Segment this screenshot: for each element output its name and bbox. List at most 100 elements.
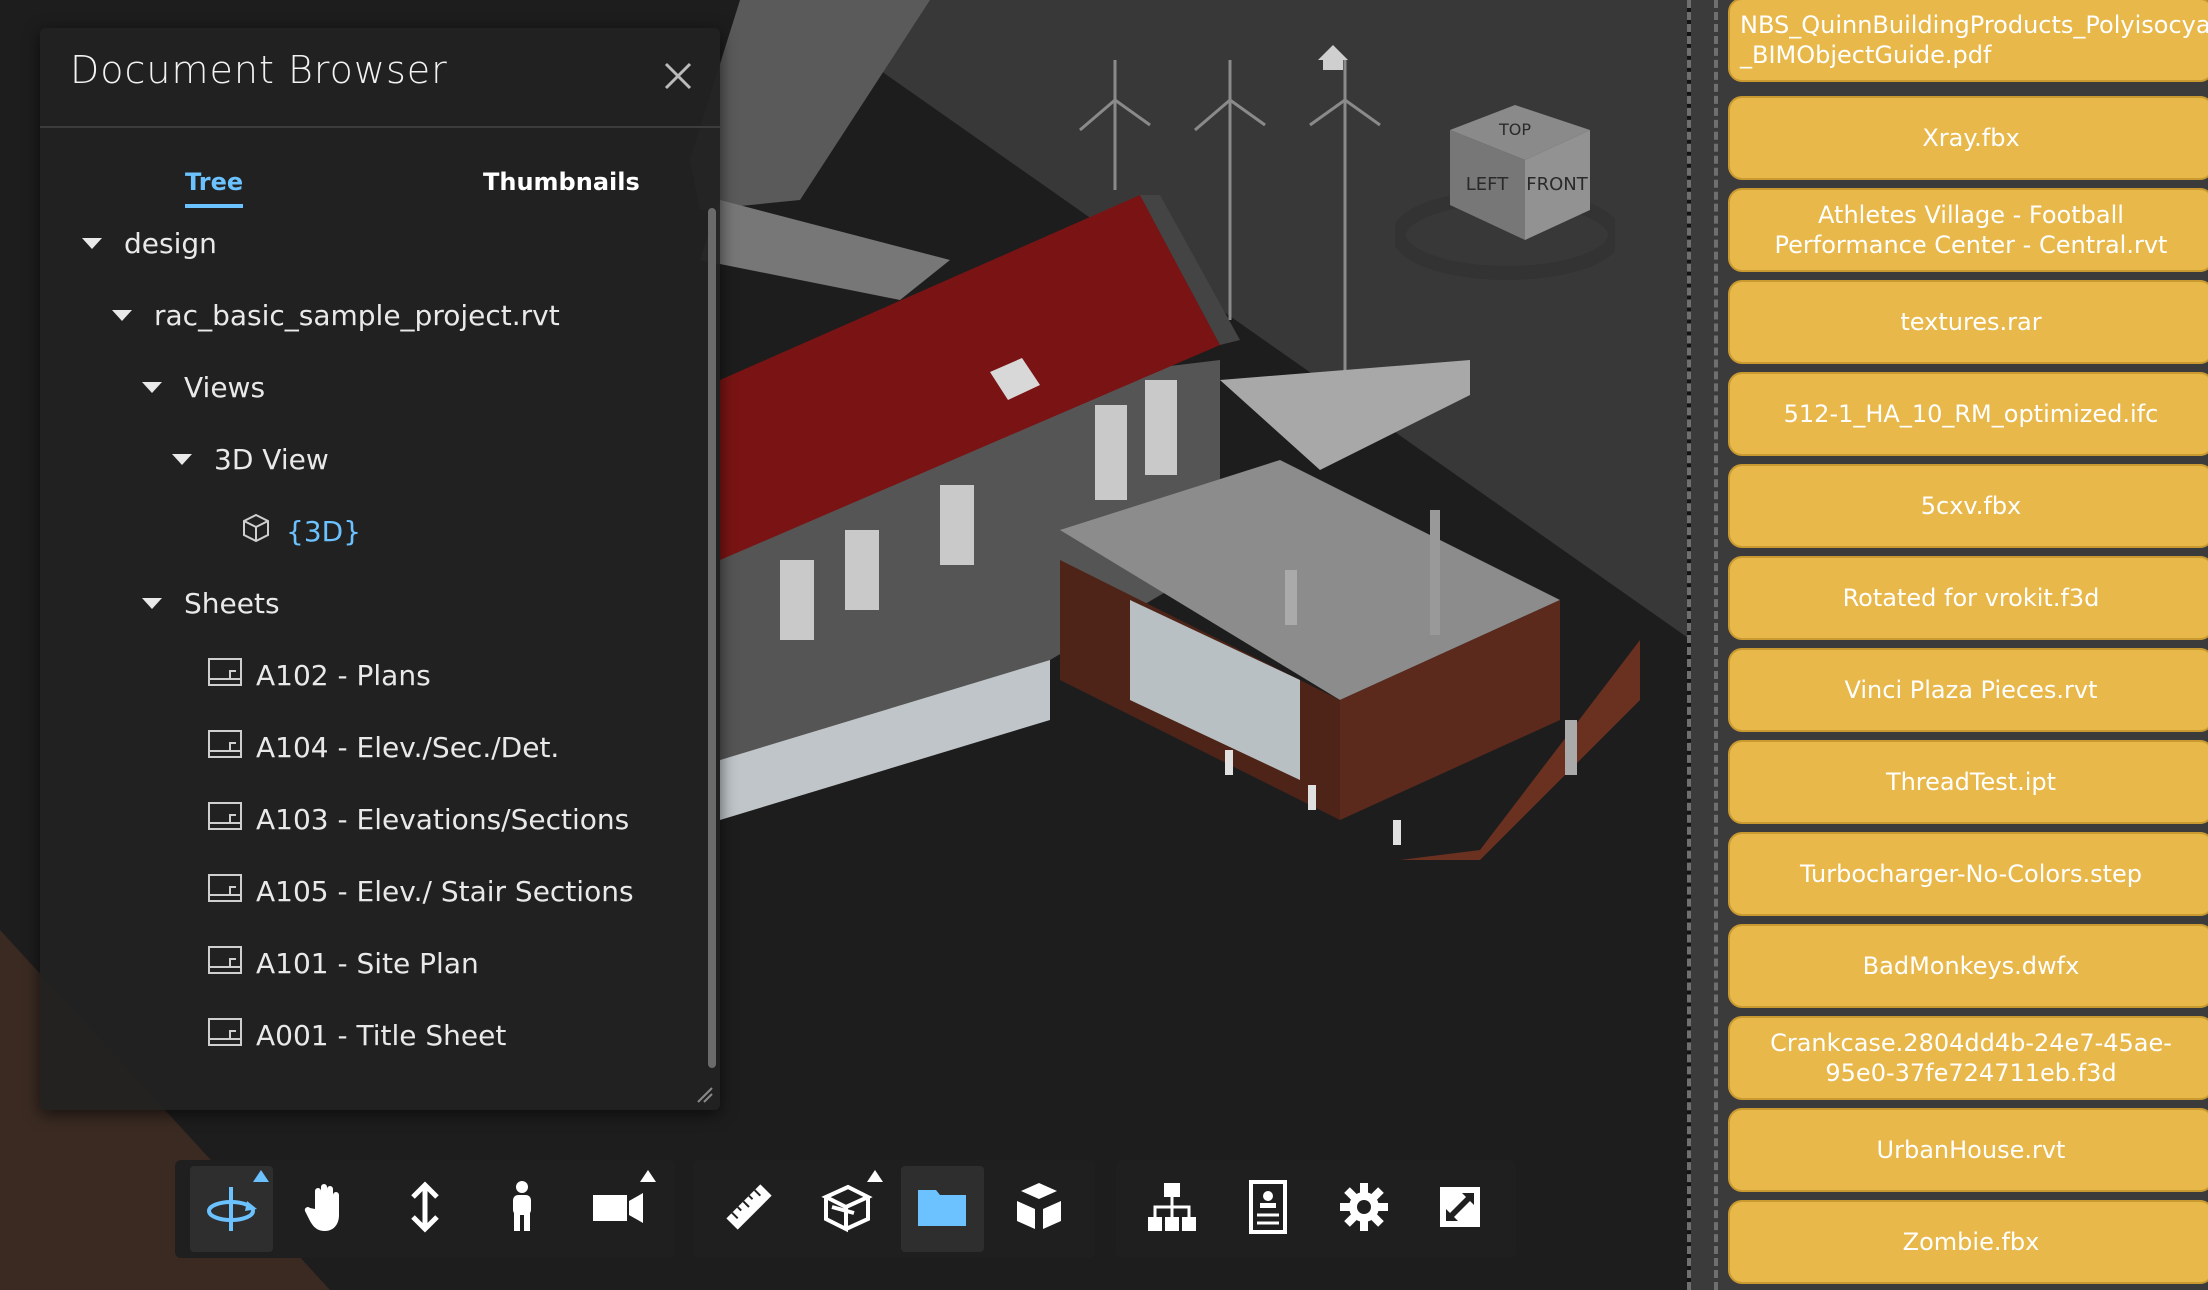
- camera-button[interactable]: [577, 1166, 660, 1252]
- tree-node-sheet[interactable]: A101 - Site Plan: [208, 938, 479, 988]
- sample-file-button[interactable]: BadMonkeys.dwfx: [1728, 924, 2208, 1008]
- 3d-viewer[interactable]: TOP LEFT FRONT Document Browser Tree Thu…: [0, 0, 1691, 1290]
- sample-file-button[interactable]: Vinci Plaza Pieces.rvt: [1728, 648, 2208, 732]
- model-structure-icon: [1144, 1179, 1200, 1239]
- scrollbar[interactable]: [708, 208, 716, 1068]
- tree-node-label: rac_basic_sample_project.rvt: [154, 298, 560, 332]
- settings-icon: [1338, 1181, 1390, 1237]
- chevron-down-icon[interactable]: [142, 381, 162, 393]
- tree-node-3d-view[interactable]: 3D View: [172, 434, 329, 484]
- sheet-icon: [208, 657, 242, 693]
- section-icon: [818, 1179, 874, 1239]
- tree-node-label: A102 - Plans: [256, 658, 431, 692]
- orbit-button[interactable]: [190, 1166, 273, 1252]
- tab-thumbnails[interactable]: Thumbnails: [483, 168, 640, 196]
- sample-file-button[interactable]: 5cxv.fbx: [1728, 464, 2208, 548]
- sample-file-button[interactable]: NBS_QuinnBuildingProducts_Polyisocyanura…: [1728, 0, 2208, 82]
- sample-file-button[interactable]: textures.rar: [1728, 280, 2208, 364]
- submenu-indicator-icon: [252, 1170, 269, 1182]
- viewcube[interactable]: TOP LEFT FRONT: [1392, 90, 1622, 290]
- viewcube-left-label: LEFT: [1466, 174, 1509, 195]
- measure-button[interactable]: [708, 1166, 791, 1252]
- sample-file-button[interactable]: ThreadTest.ipt: [1728, 740, 2208, 824]
- chevron-down-icon[interactable]: [112, 309, 132, 321]
- tree-node-label: Sheets: [184, 586, 280, 620]
- tree-node-label: A105 - Elev./ Stair Sections: [256, 874, 634, 908]
- document-browser-panel: Document Browser Tree Thumbnails design …: [40, 28, 720, 1110]
- first-person-button[interactable]: [480, 1166, 563, 1252]
- tree-node-label: design: [124, 226, 217, 260]
- tree-node-label: {3D}: [286, 514, 362, 548]
- sample-file-button[interactable]: Athletes Village - Football Performance …: [1728, 188, 2208, 272]
- chevron-down-icon[interactable]: [142, 597, 162, 609]
- model-structure-button[interactable]: [1131, 1166, 1213, 1252]
- tree-node-label: A101 - Site Plan: [256, 946, 479, 980]
- tree-node-label: A103 - Elevations/Sections: [256, 802, 630, 836]
- model-browser-button[interactable]: [901, 1166, 984, 1252]
- tree-node-sheet[interactable]: A001 - Title Sheet: [208, 1010, 506, 1060]
- sample-file-button[interactable]: Rotated for vrokit.f3d: [1728, 556, 2208, 640]
- close-icon[interactable]: [658, 56, 698, 96]
- panel-title: Document Browser: [70, 48, 448, 92]
- cube-icon: [240, 512, 272, 551]
- sample-file-button[interactable]: Crankcase.2804dd4b-24e7-45ae- 95e0-37fe7…: [1728, 1016, 2208, 1100]
- sheet-icon: [208, 801, 242, 837]
- dolly-icon: [405, 1179, 445, 1239]
- tree-node-model-file[interactable]: rac_basic_sample_project.rvt: [112, 290, 560, 340]
- viewcube-top-label: TOP: [1498, 120, 1531, 139]
- tree-node-design[interactable]: design: [82, 218, 217, 268]
- toolbar-navigation-group: [175, 1160, 675, 1258]
- sheet-icon: [208, 1017, 242, 1053]
- sample-file-button[interactable]: 512-1_HA_10_RM_optimized.ifc: [1728, 372, 2208, 456]
- chimney: [1430, 510, 1440, 635]
- sample-file-button[interactable]: Turbocharger-No-Colors.step: [1728, 832, 2208, 916]
- submenu-indicator-icon: [639, 1170, 656, 1182]
- tree-node-sheets[interactable]: Sheets: [142, 578, 280, 628]
- person-figure-2: [1565, 720, 1577, 775]
- viewcube-graphic[interactable]: TOP LEFT FRONT: [1392, 90, 1622, 290]
- model-browser-icon: [914, 1184, 970, 1234]
- first-person-icon: [504, 1179, 540, 1239]
- tree-node-label: Views: [184, 370, 266, 404]
- divider: [40, 126, 720, 128]
- dolly-button[interactable]: [384, 1166, 467, 1252]
- explode-icon: [1011, 1179, 1067, 1239]
- tree-node-views[interactable]: Views: [142, 362, 265, 412]
- pan-button[interactable]: [287, 1166, 370, 1252]
- tab-tree[interactable]: Tree: [185, 168, 244, 208]
- properties-button[interactable]: [1227, 1166, 1309, 1252]
- toolbar-settings-group: [1116, 1160, 1516, 1258]
- sample-file-button[interactable]: Xray.fbx: [1728, 96, 2208, 180]
- sheet-icon: [208, 945, 242, 981]
- resize-handle-icon[interactable]: [694, 1084, 714, 1104]
- sample-file-list: NBS_QuinnBuildingProducts_Polyisocyanura…: [1714, 0, 2208, 1290]
- fullscreen-button[interactable]: [1419, 1166, 1501, 1252]
- tree-node-sheet[interactable]: A102 - Plans: [208, 650, 431, 700]
- sheet-icon: [208, 729, 242, 765]
- sample-file-button[interactable]: Zombie.fbx: [1728, 1200, 2208, 1284]
- tree-node-sheet[interactable]: A104 - Elev./Sec./Det.: [208, 722, 559, 772]
- orbit-icon: [203, 1179, 259, 1239]
- properties-icon: [1248, 1179, 1288, 1239]
- tree-node-sheet[interactable]: A105 - Elev./ Stair Sections: [208, 866, 634, 916]
- tree-node-sheet[interactable]: A103 - Elevations/Sections: [208, 794, 629, 844]
- fullscreen-icon: [1438, 1185, 1482, 1233]
- section-button[interactable]: [805, 1166, 888, 1252]
- person-figure: [1285, 570, 1297, 625]
- submenu-indicator-icon: [867, 1170, 883, 1182]
- explode-button[interactable]: [998, 1166, 1081, 1252]
- tree-node-3d[interactable]: {3D}: [240, 506, 361, 556]
- viewcube-front-label: FRONT: [1526, 174, 1588, 195]
- camera-icon: [591, 1187, 647, 1231]
- measure-icon: [721, 1179, 777, 1239]
- pan-icon: [303, 1179, 353, 1239]
- tree-node-label: 3D View: [214, 442, 329, 476]
- sample-file-button[interactable]: UrbanHouse.rvt: [1728, 1108, 2208, 1192]
- tree-node-label: A104 - Elev./Sec./Det.: [256, 730, 560, 764]
- tree-node-label: A001 - Title Sheet: [256, 1018, 507, 1052]
- toolbar-model-tools-group: [693, 1160, 1095, 1258]
- chevron-down-icon[interactable]: [82, 237, 102, 249]
- sheet-icon: [208, 873, 242, 909]
- settings-button[interactable]: [1323, 1166, 1405, 1252]
- chevron-down-icon[interactable]: [172, 453, 192, 465]
